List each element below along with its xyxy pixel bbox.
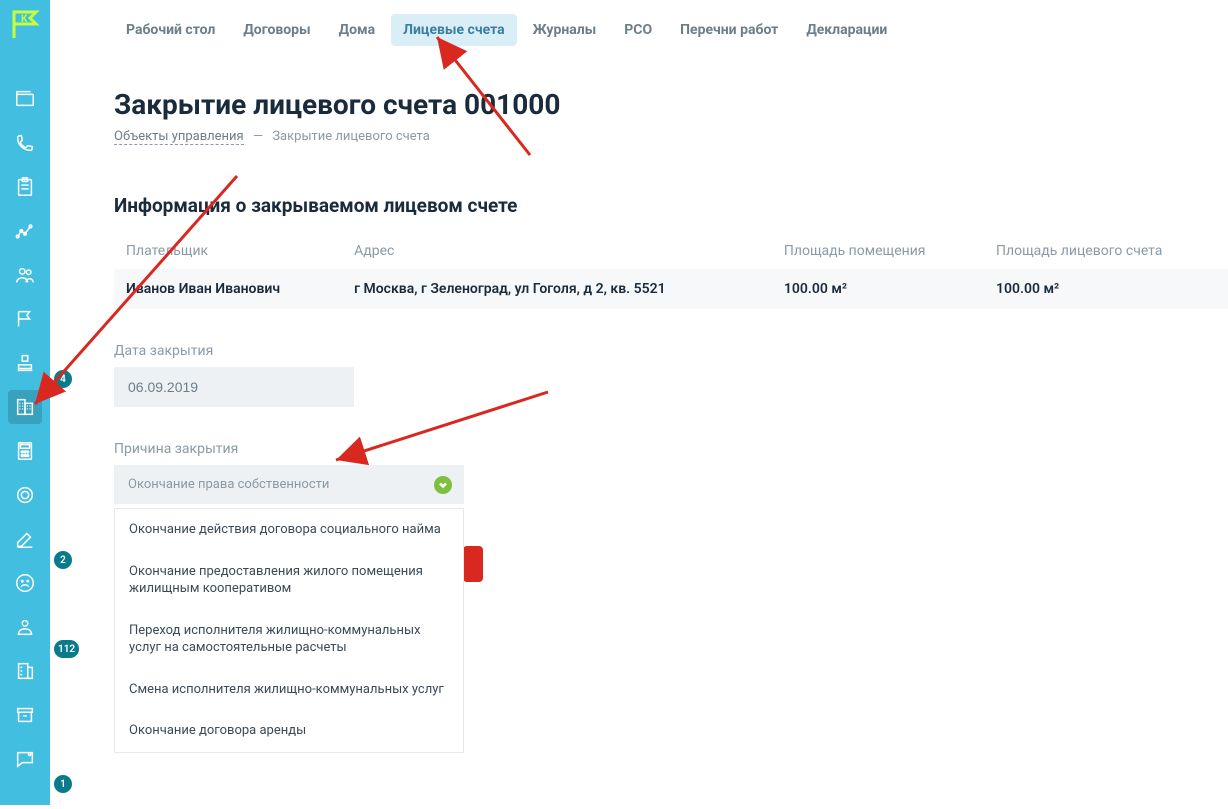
breadcrumb-current: Закрытие лицевого счета: [272, 129, 429, 144]
sidebar-sad-icon[interactable]: [8, 566, 42, 600]
col-header: Площадь помещения: [772, 233, 984, 269]
sidebar-chart-icon[interactable]: [8, 214, 42, 248]
reason-label: Причина закрытия: [114, 441, 1228, 457]
dropdown-option[interactable]: Смена исполнителя жилищно-коммунальных у…: [115, 669, 463, 711]
nav-Лицевые счета[interactable]: Лицевые счета: [391, 14, 517, 46]
sidebar: K: [0, 0, 50, 805]
cell: 100.00 м²: [772, 269, 984, 309]
badge-112: 112: [54, 640, 79, 658]
app-logo[interactable]: K: [8, 8, 42, 42]
reason-selected-text: Окончание права собственности: [128, 477, 329, 492]
nav-Журналы[interactable]: Журналы: [521, 14, 609, 46]
reason-dropdown: Окончание действия договора социального …: [114, 508, 464, 753]
sidebar-clipboard-icon[interactable]: [8, 170, 42, 204]
nav-Перечни работ[interactable]: Перечни работ: [668, 14, 790, 46]
col-header: Адрес: [342, 233, 772, 269]
dropdown-option[interactable]: Окончание действия договора социального …: [115, 509, 463, 551]
date-input[interactable]: [114, 367, 354, 407]
sidebar-people-icon[interactable]: [8, 258, 42, 292]
sidebar-chat-icon[interactable]: [8, 742, 42, 776]
sidebar-stamp-icon[interactable]: [8, 346, 42, 380]
sidebar-coin-icon[interactable]: [8, 478, 42, 512]
nav-Рабочий стол[interactable]: Рабочий стол: [114, 14, 227, 46]
top-nav: Рабочий столДоговорыДомаЛицевые счетаЖур…: [114, 0, 1228, 58]
dropdown-option[interactable]: Окончание договора аренды: [115, 710, 463, 752]
breadcrumb-link[interactable]: Объекты управления: [114, 129, 244, 145]
cell: г Москва, г Зеленоград, ул Гоголя, д 2, …: [342, 269, 772, 309]
badge-column: 4 2 112 1: [50, 0, 80, 805]
sidebar-archive-icon[interactable]: [8, 698, 42, 732]
badge-2: 2: [54, 551, 72, 569]
info-table: ПлательщикАдресПлощадь помещенияПлощадь …: [114, 233, 1228, 309]
sidebar-users2-icon[interactable]: [8, 610, 42, 644]
sidebar-phone-icon[interactable]: [8, 126, 42, 160]
sidebar-flag-icon[interactable]: [8, 302, 42, 336]
badge-1: 1: [54, 775, 72, 793]
col-header: Плательщик: [114, 233, 342, 269]
sidebar-edit-icon[interactable]: [8, 522, 42, 556]
nav-Декларации[interactable]: Декларации: [794, 14, 899, 46]
chevron-down-icon: [434, 476, 452, 494]
col-header: Площадь лицевого счета: [984, 233, 1228, 269]
page-title: Закрытие лицевого счета 001000: [114, 88, 1228, 121]
submit-button-edge[interactable]: [463, 546, 483, 582]
dropdown-option[interactable]: Окончание предоставления жилого помещени…: [115, 551, 463, 610]
sidebar-wallet-icon[interactable]: [8, 82, 42, 116]
breadcrumb-sep: —: [253, 129, 263, 144]
sidebar-building2-icon[interactable]: [8, 654, 42, 688]
date-label: Дата закрытия: [114, 343, 1228, 359]
nav-РСО[interactable]: РСО: [612, 14, 664, 46]
sidebar-building-icon[interactable]: [8, 390, 42, 424]
nav-Договоры[interactable]: Договоры: [231, 14, 322, 46]
cell: Иванов Иван Иванович: [114, 269, 342, 309]
nav-Дома[interactable]: Дома: [327, 14, 387, 46]
table-row: Иванов Иван Ивановичг Москва, г Зеленогр…: [114, 269, 1228, 309]
reason-select[interactable]: Окончание права собственности: [114, 465, 464, 504]
cell: 100.00 м²: [984, 269, 1228, 309]
svg-text:K: K: [21, 14, 28, 25]
sidebar-calculator-icon[interactable]: [8, 434, 42, 468]
badge-4: 4: [54, 370, 72, 388]
section-title: Информация о закрываемом лицевом счете: [114, 194, 1228, 217]
breadcrumb: Объекты управления — Закрытие лицевого с…: [114, 129, 1228, 144]
dropdown-option[interactable]: Переход исполнителя жилищно-коммунальных…: [115, 610, 463, 669]
